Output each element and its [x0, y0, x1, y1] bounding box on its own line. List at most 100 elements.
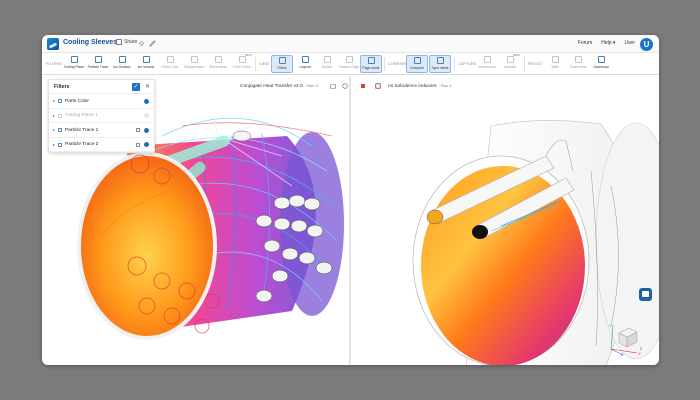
filter-row-parts-color[interactable]: ▸ Parts Color [49, 94, 154, 109]
settings-icon[interactable] [342, 83, 348, 89]
camera-icon[interactable] [330, 83, 336, 89]
legend-toggle-icon[interactable] [136, 142, 140, 147]
table-icon [551, 56, 559, 63]
page-mode-icon [367, 57, 375, 64]
feature-edge-button[interactable]: Feature Edge [338, 55, 360, 73]
app-window: Cooling Sleeves Share Forum Help ▾ User … [42, 35, 659, 365]
beta-badge: BETA [245, 54, 252, 57]
iso-surface-icon [118, 56, 126, 63]
ribbon-divider [384, 57, 385, 71]
outline-label: Outline [321, 65, 333, 69]
displacement-label: Displacement [183, 65, 205, 69]
iso-surface-button[interactable]: Iso Surface [111, 55, 133, 73]
sync-views-label: Sync views [431, 66, 449, 70]
visibility-toggle[interactable] [144, 142, 149, 147]
view-cube[interactable]: Y X Z 2 [607, 319, 645, 357]
animate-icon [506, 56, 514, 63]
parts-color-label: Parts Color [161, 65, 179, 69]
chevron-right-icon[interactable]: ▸ [53, 142, 55, 147]
point-probe-button[interactable]: BETA Point Probe [231, 54, 253, 73]
visibility-toggle[interactable] [144, 98, 149, 104]
share-icon [116, 39, 122, 45]
help-menu[interactable]: Help ▾ [601, 40, 615, 46]
particle-trace-button[interactable]: Particle Trace [87, 55, 109, 73]
ribbon-divider [524, 57, 525, 71]
left-simulation-selector[interactable]: Conjugate Heat Transfer v2.0- Run 3 [240, 83, 318, 89]
iso-volume-icon [142, 56, 150, 63]
group-label-capture: CAPTURE [458, 62, 477, 66]
right-simulation-selector[interactable]: no turbulence inducers - Run 1 [388, 83, 452, 89]
animate-button[interactable]: BETA Animate [499, 54, 521, 73]
feature-edge-icon [345, 56, 353, 63]
filter-label: Cutting Plane 1 [65, 113, 98, 118]
confirm-icon[interactable]: ✓ [132, 83, 140, 91]
outline-icon [323, 56, 331, 63]
user-menu[interactable]: User [624, 40, 635, 46]
legend-toggle-icon[interactable] [136, 128, 140, 132]
compare-button[interactable]: Compare [406, 55, 428, 73]
filters-toggle-button[interactable]: Filters [271, 55, 293, 73]
axis-2-label: 2 [640, 346, 643, 351]
download-button[interactable]: Download [590, 55, 612, 73]
filters-panel-title: Filters [54, 84, 70, 90]
outline-button[interactable]: Outline [316, 55, 338, 73]
parts-color-button[interactable]: Parts Color [159, 55, 181, 73]
feature-edge-label: Feature Edge [338, 65, 360, 69]
particle-trace-icon [94, 56, 102, 63]
group-label-result: RESULT [528, 62, 544, 66]
right-simulation-name: no turbulence inducers [388, 84, 437, 89]
filter-row-cutting-plane-1[interactable]: ▸ Cutting Plane 1 [49, 109, 154, 123]
camera-icon [483, 56, 491, 63]
page-mode-label: Page mode [362, 66, 380, 70]
simulation-icon[interactable] [375, 83, 381, 89]
cube-icon[interactable] [360, 83, 366, 89]
link-icon[interactable] [138, 40, 145, 47]
download-label: Download [593, 65, 609, 69]
left-run-name: - Run 3 [304, 83, 318, 88]
table-button[interactable]: Table [544, 55, 566, 73]
chevron-right-icon[interactable]: ▸ [53, 127, 55, 132]
filter-row-particle-trace-2[interactable]: ▸ Particle Trace 2 [49, 138, 154, 152]
page-mode-button[interactable]: Page mode [360, 55, 382, 73]
axis-y-label: Y [609, 323, 612, 328]
filter-row-particle-trace-1[interactable]: ▸ Particle Trace 1 [49, 123, 154, 138]
iso-volume-button[interactable]: Iso Volume [135, 55, 157, 73]
streamlines-button[interactable]: Streamlines [207, 55, 229, 73]
iso-surface-label: Iso Surface [113, 65, 131, 69]
particle-trace-icon [58, 142, 62, 147]
displacement-button[interactable]: Displacement [183, 55, 205, 73]
displacement-icon [190, 56, 198, 63]
chat-icon[interactable] [639, 288, 652, 301]
point-probe-icon [238, 56, 246, 63]
visibility-toggle[interactable] [144, 127, 149, 133]
filter-label: Particle Trace 2 [65, 142, 99, 147]
compare-label: Compare [410, 66, 424, 70]
right-run-name: - Run 1 [438, 83, 452, 88]
legend-icon [301, 56, 309, 63]
legend-button[interactable]: Legend [294, 55, 316, 73]
chevron-right-icon[interactable]: ▸ [53, 98, 55, 103]
ribbon-divider [454, 57, 455, 71]
sync-views-button[interactable]: Sync views [429, 55, 451, 73]
edit-icon[interactable] [149, 40, 156, 47]
group-label-view: VIEW [259, 62, 269, 66]
compare-icon [413, 57, 421, 64]
cutting-plane-button[interactable]: Cutting Plane [63, 55, 85, 73]
share-button[interactable]: Share [116, 39, 137, 45]
close-icon[interactable]: ✕ [145, 83, 150, 91]
cutting-plane-label: Cutting Plane [63, 65, 85, 69]
avatar[interactable]: U [640, 38, 653, 51]
visibility-toggle[interactable] [144, 113, 149, 118]
chevron-right-icon[interactable]: ▸ [53, 113, 55, 118]
parts-color-icon [58, 99, 62, 103]
project-title[interactable]: Cooling Sleeves [63, 39, 117, 46]
particle-trace-icon [58, 128, 62, 132]
app-logo[interactable] [47, 38, 59, 50]
share-label: Share [124, 39, 138, 45]
particle-trace-label: Particle Trace [87, 65, 109, 69]
share-view-button[interactable]: Share view [567, 55, 589, 73]
screenshot-button[interactable]: Screenshot [476, 55, 498, 73]
forum-link[interactable]: Forum [578, 40, 592, 46]
legend-label: Legend [299, 65, 311, 69]
group-label-filters: FILTERS [46, 62, 62, 66]
